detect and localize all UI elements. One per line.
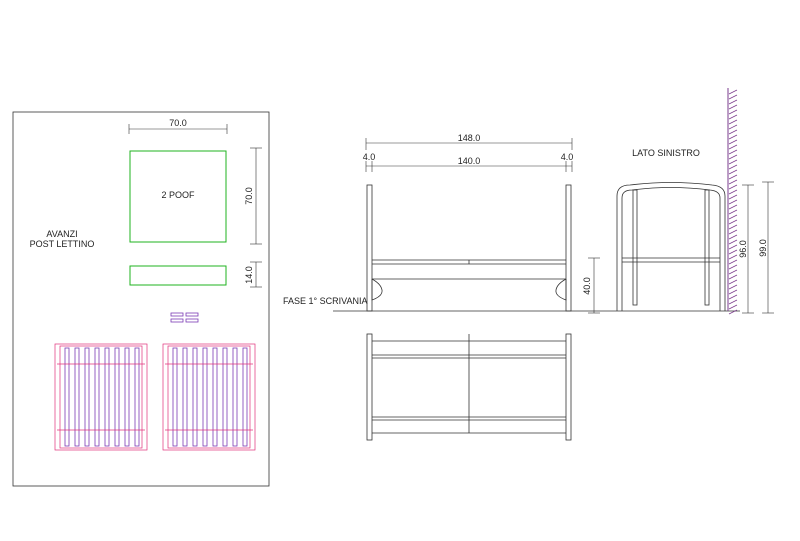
slat bbox=[242, 347, 248, 447]
slat-panel bbox=[162, 343, 256, 451]
wall bbox=[727, 88, 738, 315]
slat bbox=[94, 347, 100, 447]
poof-width-dimension: 70.0 bbox=[128, 118, 228, 134]
hatch-line bbox=[728, 94, 738, 100]
small-pieces bbox=[170, 312, 199, 323]
avanzi-line1: AVANZI bbox=[46, 229, 77, 239]
slat-panels bbox=[54, 343, 256, 451]
hatch-line bbox=[728, 189, 738, 195]
hatch-line bbox=[728, 149, 738, 155]
hatch-line bbox=[728, 99, 738, 105]
slat bbox=[74, 347, 80, 447]
hatch-line bbox=[728, 294, 738, 300]
hatch-line bbox=[728, 279, 738, 285]
hatch-line bbox=[728, 254, 738, 260]
hatch-line bbox=[728, 159, 738, 165]
strip-outline bbox=[129, 265, 227, 286]
height-inner-label: 96.0 bbox=[738, 240, 748, 258]
hatch-line bbox=[728, 164, 738, 170]
hatch-line bbox=[728, 154, 738, 160]
side-elevation bbox=[616, 182, 726, 311]
slat bbox=[192, 347, 198, 447]
inner-width-dimension: 4.0 4.0 140.0 bbox=[363, 152, 574, 172]
hatch-line bbox=[728, 234, 738, 240]
slat bbox=[182, 347, 188, 447]
hatch-line bbox=[728, 144, 738, 150]
drawing-canvas: 70.0 2 POOF 70.0 14.0 AVANZI POST LETTIN… bbox=[12, 88, 774, 487]
hatch-line bbox=[728, 229, 738, 235]
desk-height-dimension: 40.0 bbox=[582, 257, 600, 314]
hatch-line bbox=[728, 109, 738, 115]
left-post-label: 4.0 bbox=[363, 152, 376, 162]
hatch-line bbox=[728, 299, 738, 305]
hatch-line bbox=[728, 104, 738, 110]
slat bbox=[104, 347, 110, 447]
hatch-line bbox=[728, 129, 738, 135]
hatch-line bbox=[728, 119, 738, 125]
side-view-title: LATO SINISTRO bbox=[632, 148, 700, 158]
avanzi-line2: POST LETTINO bbox=[30, 239, 95, 249]
hatch-line bbox=[728, 89, 738, 95]
hatch-line bbox=[728, 264, 738, 270]
slat-panel bbox=[54, 343, 148, 451]
slat bbox=[222, 347, 228, 447]
hatch-line bbox=[728, 284, 738, 290]
slat bbox=[202, 347, 208, 447]
height-inner-dimension: 96.0 bbox=[738, 184, 754, 314]
hatch-line bbox=[728, 194, 738, 200]
height-total-dimension: 99.0 bbox=[758, 181, 774, 314]
hatch-line bbox=[728, 249, 738, 255]
hatch-line bbox=[728, 169, 738, 175]
hatch-line bbox=[728, 244, 738, 250]
hatch-line bbox=[728, 174, 738, 180]
hatch-line bbox=[728, 239, 738, 245]
slat bbox=[114, 347, 120, 447]
hatch-line bbox=[728, 219, 738, 225]
slat bbox=[64, 347, 70, 447]
front-elevation bbox=[366, 184, 572, 312]
poof-height-label: 70.0 bbox=[244, 187, 254, 205]
slat bbox=[212, 347, 218, 447]
desk-height-label: 40.0 bbox=[582, 277, 592, 295]
hatch-line bbox=[728, 179, 738, 185]
hatch-line bbox=[728, 209, 738, 215]
right-post-label: 4.0 bbox=[561, 152, 574, 162]
total-width-dimension: 148.0 bbox=[365, 133, 573, 150]
strip-height-label: 14.0 bbox=[244, 266, 254, 284]
hatch-line bbox=[728, 274, 738, 280]
poof-height-dimension: 70.0 bbox=[244, 147, 262, 245]
hatch-line bbox=[728, 134, 738, 140]
slat bbox=[134, 347, 140, 447]
slat bbox=[124, 347, 130, 447]
slat bbox=[232, 347, 238, 447]
hatch-line bbox=[728, 224, 738, 230]
poof-label: 2 POOF bbox=[161, 190, 195, 200]
plan-view bbox=[366, 333, 572, 441]
strip-height-dimension: 14.0 bbox=[244, 261, 262, 288]
height-total-label: 99.0 bbox=[758, 239, 768, 257]
hatch-line bbox=[728, 289, 738, 295]
hatch-line bbox=[728, 199, 738, 205]
total-width-label: 148.0 bbox=[458, 133, 481, 143]
phase-label: FASE 1° SCRIVANIA bbox=[283, 296, 367, 306]
hatch-line bbox=[728, 259, 738, 265]
hatch-line bbox=[728, 204, 738, 210]
hatch-line bbox=[728, 139, 738, 145]
hatch-line bbox=[728, 269, 738, 275]
slat bbox=[172, 347, 178, 447]
hatch-line bbox=[728, 114, 738, 120]
hatch-line bbox=[728, 184, 738, 190]
hatch-line bbox=[728, 214, 738, 220]
hatch-line bbox=[728, 304, 738, 310]
poof-width-label: 70.0 bbox=[169, 118, 187, 128]
inner-width-label: 140.0 bbox=[458, 156, 481, 166]
slat bbox=[84, 347, 90, 447]
hatch-line bbox=[728, 124, 738, 130]
